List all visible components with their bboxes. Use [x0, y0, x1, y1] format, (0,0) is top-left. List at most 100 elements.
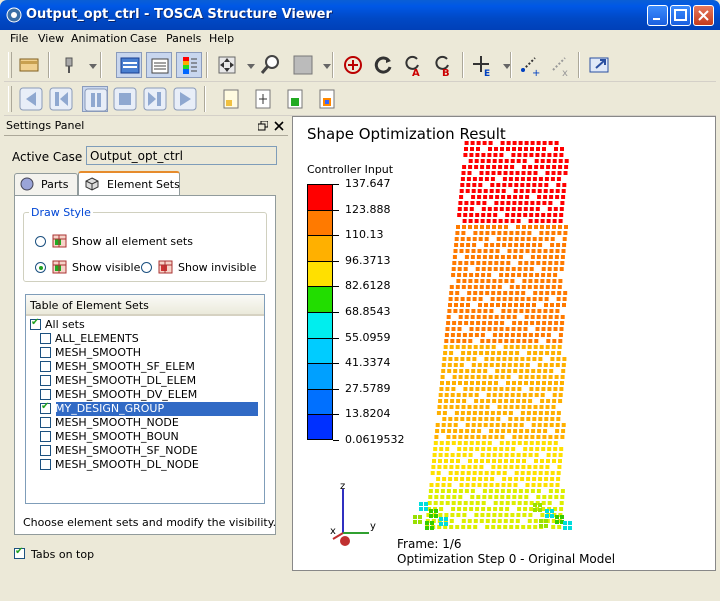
- set-checkbox[interactable]: [40, 431, 51, 442]
- set-checkbox[interactable]: [40, 417, 51, 428]
- frame-view-icon[interactable]: [218, 86, 244, 112]
- menu-animation[interactable]: Animation: [71, 32, 127, 45]
- set-checkbox[interactable]: [30, 317, 41, 330]
- color-legend-toggle[interactable]: [176, 52, 202, 78]
- show-all-radio[interactable]: [35, 236, 46, 247]
- active-case-field[interactable]: Output_opt_ctrl: [86, 146, 277, 165]
- settings-panel-toggle[interactable]: [116, 52, 142, 78]
- background-color-icon[interactable]: [290, 52, 316, 78]
- close-button[interactable]: [693, 5, 714, 26]
- move-view-icon[interactable]: [214, 52, 240, 78]
- show-visible-label[interactable]: Show visible: [72, 261, 140, 274]
- zoom-icon[interactable]: [258, 52, 284, 78]
- mesh-element: [435, 423, 440, 427]
- rotate-b-icon[interactable]: B: [430, 52, 456, 79]
- set-checkbox[interactable]: [40, 445, 51, 456]
- mesh-element: [550, 357, 555, 361]
- first-frame-icon[interactable]: [18, 86, 44, 112]
- menu-view[interactable]: View: [38, 32, 64, 45]
- solid-view-icon[interactable]: [282, 86, 308, 112]
- set-checkbox[interactable]: [40, 401, 51, 414]
- menu-case[interactable]: Case: [130, 32, 157, 45]
- grid-view-icon[interactable]: [250, 86, 276, 112]
- measure-add-icon[interactable]: +: [518, 52, 544, 79]
- coordinate-dropdown-icon[interactable]: [494, 52, 511, 78]
- tabs-on-top-checkbox[interactable]: [14, 546, 25, 559]
- set-checkbox[interactable]: [40, 361, 51, 372]
- next-frame-icon[interactable]: [142, 86, 168, 112]
- contour-view-icon[interactable]: [314, 86, 340, 112]
- maximize-button[interactable]: [670, 5, 691, 26]
- tab-parts[interactable]: Parts: [14, 173, 78, 195]
- shape-model[interactable]: [403, 137, 583, 537]
- list-view-toggle[interactable]: [146, 52, 172, 78]
- move-view-dropdown-icon[interactable]: [238, 52, 255, 78]
- close-panel-icon[interactable]: [274, 121, 284, 131]
- legend-tick: [333, 414, 339, 416]
- pin-dropdown-icon[interactable]: [80, 52, 97, 78]
- set-checkbox[interactable]: [40, 375, 51, 386]
- set-checkbox[interactable]: [40, 333, 51, 344]
- mesh-element: [478, 183, 483, 187]
- set-name[interactable]: MY_DESIGN_GROUP: [55, 402, 164, 415]
- show-invisible-label[interactable]: Show invisible: [178, 261, 256, 274]
- coordinate-system-icon[interactable]: E: [470, 52, 496, 79]
- show-invisible-radio[interactable]: [141, 262, 152, 273]
- mesh-element: [485, 405, 490, 409]
- set-name[interactable]: MESH_SMOOTH_DL_ELEM: [55, 374, 196, 387]
- mesh-element: [460, 243, 465, 247]
- mesh-element: [517, 507, 522, 511]
- open-file-button[interactable]: [16, 52, 42, 78]
- mesh-element: [539, 351, 544, 355]
- set-name[interactable]: MESH_SMOOTH_DL_NODE: [55, 458, 199, 471]
- mesh-element: [543, 369, 548, 373]
- toolbar-grip[interactable]: [8, 52, 12, 78]
- mesh-element: [449, 519, 454, 523]
- stop-icon[interactable]: [112, 86, 138, 112]
- rotate-a-icon[interactable]: A: [400, 52, 426, 79]
- mesh-element: [492, 393, 497, 397]
- reset-view-icon[interactable]: [340, 52, 366, 78]
- pause-icon[interactable]: [82, 86, 108, 112]
- mesh-element: [552, 159, 557, 163]
- mesh-element: [528, 219, 533, 223]
- mesh-element: [536, 147, 540, 151]
- show-all-label[interactable]: Show all element sets: [72, 235, 193, 248]
- set-name[interactable]: MESH_SMOOTH_BOUN: [55, 430, 179, 443]
- viewer-3d[interactable]: Shape Optimization Result Controller Inp…: [292, 116, 716, 571]
- mesh-element: [467, 285, 472, 289]
- export-image-icon[interactable]: [586, 52, 612, 78]
- set-name[interactable]: All sets: [45, 318, 85, 331]
- mesh-element: [477, 363, 482, 367]
- set-checkbox[interactable]: [40, 389, 51, 400]
- mesh-element: [419, 502, 423, 506]
- menu-file[interactable]: File: [10, 32, 28, 45]
- previous-frame-icon[interactable]: [48, 86, 74, 112]
- tab-element-sets[interactable]: Element Sets: [78, 171, 180, 196]
- pin-icon[interactable]: [56, 52, 82, 78]
- minimize-button[interactable]: [647, 5, 668, 26]
- show-visible-radio[interactable]: [35, 262, 46, 273]
- mesh-element: [474, 219, 479, 223]
- undock-icon[interactable]: [258, 121, 268, 131]
- set-name[interactable]: MESH_SMOOTH_SF_ELEM: [55, 360, 195, 373]
- animation-toolbar: [4, 82, 716, 116]
- mesh-element: [559, 327, 564, 331]
- tabs-on-top-label[interactable]: Tabs on top: [31, 548, 94, 561]
- set-name[interactable]: ALL_ELEMENTS: [55, 332, 139, 345]
- set-checkbox[interactable]: [40, 459, 51, 470]
- background-dropdown-icon[interactable]: [314, 52, 331, 78]
- mesh-element: [502, 237, 507, 241]
- rotate-icon[interactable]: [370, 52, 396, 78]
- set-name[interactable]: MESH_SMOOTH_DV_ELEM: [55, 388, 197, 401]
- set-name[interactable]: MESH_SMOOTH_SF_NODE: [55, 444, 198, 457]
- set-name[interactable]: MESH_SMOOTH: [55, 346, 141, 359]
- play-icon[interactable]: [172, 86, 198, 112]
- measure-remove-icon[interactable]: x: [548, 52, 574, 79]
- set-name[interactable]: MESH_SMOOTH_NODE: [55, 416, 179, 429]
- mesh-element: [488, 255, 493, 259]
- menu-panels[interactable]: Panels: [166, 32, 201, 45]
- set-checkbox[interactable]: [40, 347, 51, 358]
- menu-help[interactable]: Help: [209, 32, 234, 45]
- mesh-element: [556, 183, 561, 187]
